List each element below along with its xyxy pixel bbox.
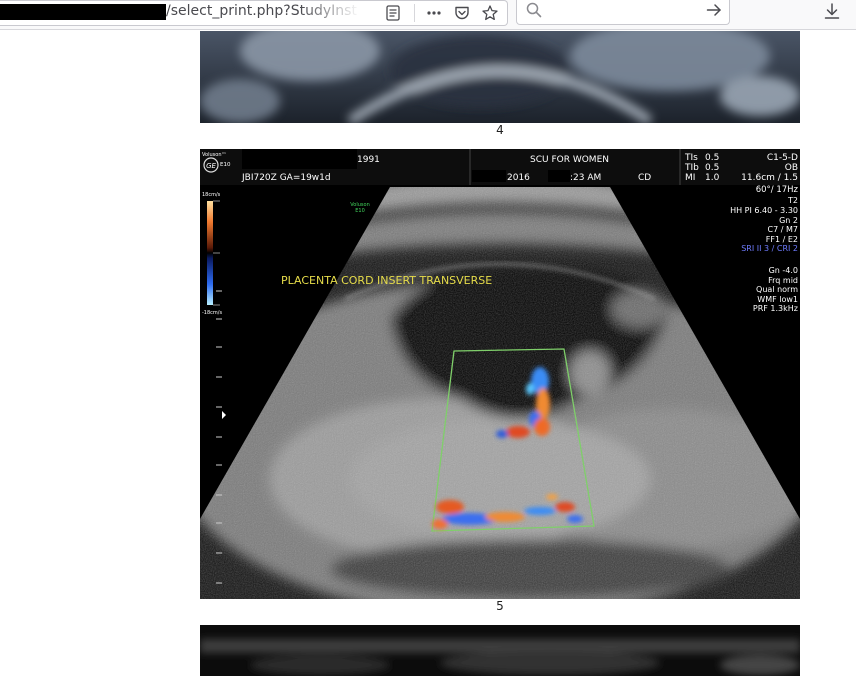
tib-value: 0.5: [705, 163, 719, 173]
page-actions-icon[interactable]: [425, 4, 443, 22]
image-4-caption: 4: [496, 123, 504, 137]
mi-value: 1.0: [705, 173, 720, 183]
url-bar[interactable]: /select_print.php?StudyInst: [0, 0, 508, 26]
ultrasound-image-4-graphic: [200, 31, 800, 123]
probe-label: C1-5-D: [767, 153, 798, 163]
reader-view-icon[interactable]: [384, 4, 402, 22]
exam-time: :23 AM: [570, 173, 601, 183]
time-redaction: [548, 170, 570, 182]
color-velocity-scale: [207, 201, 213, 305]
annotation-text: PLACENTA CORD INSERT TRANSVERSE: [281, 274, 492, 287]
depth-label: 11.6cm / 1.5: [741, 173, 798, 183]
date-redaction: [472, 170, 506, 182]
hh-pi-label: HH PI 6.40 - 3.30: [730, 206, 798, 215]
small-logo-line2: E10: [355, 208, 365, 214]
color-gain-label: Gn -4.0: [769, 266, 798, 275]
tis-label: TIs: [684, 153, 698, 163]
tis-value: 0.5: [705, 153, 719, 163]
tib-label: TIb: [684, 163, 699, 173]
prf-label: PRF 1.3kHz: [753, 304, 798, 313]
gain-label: Gn 2: [779, 216, 798, 225]
patient-id-ga: JBI720Z GA=19w1d: [241, 173, 331, 183]
bookmark-star-icon[interactable]: [481, 4, 499, 22]
scale-top-label: 18cm/s: [202, 192, 221, 198]
mi-label: MI: [685, 173, 695, 183]
svg-text:GE: GE: [206, 162, 216, 170]
operator-initials: CD: [638, 173, 651, 183]
brand-label: Voluson™: [202, 152, 226, 158]
url-divider: [414, 4, 415, 22]
sri-cri-label: SRI II 3 / CRI 2: [741, 244, 798, 253]
image-5-caption: 5: [496, 599, 504, 613]
c-m-label: C7 / M7: [768, 225, 798, 234]
ff-e-label: FF1 / E2: [766, 235, 798, 244]
preset-label: OB: [785, 163, 798, 173]
search-go-arrow-icon[interactable]: [705, 1, 723, 19]
frequency-label: Frq mid: [768, 276, 798, 285]
patient-name-redaction: [242, 149, 357, 169]
downloads-icon[interactable]: [823, 2, 841, 20]
pocket-icon[interactable]: [453, 4, 471, 22]
url-redaction: [0, 4, 166, 20]
search-bar[interactable]: [516, 0, 730, 25]
scale-bottom-label: -18cm/s: [202, 310, 222, 316]
facility-name: SCU FOR WOMEN: [530, 155, 609, 165]
search-icon: [526, 2, 542, 18]
angle-rate-label: 60°/ 17Hz: [756, 185, 799, 195]
ultrasound-image-5-graphic: GE Voluson™ E10 1991 JBI720Z GA=19w1d SC…: [200, 149, 800, 599]
model-label: E10: [220, 162, 231, 168]
ultrasound-image-6-graphic: [200, 625, 800, 676]
quality-label: Qual norm: [756, 285, 798, 294]
patient-birth-year: 1991: [357, 155, 380, 165]
ultrasound-image-4: [200, 31, 800, 123]
exam-date-year: 2016: [507, 173, 530, 183]
url-fade: [300, 1, 360, 25]
focus-marker-icon: [222, 411, 226, 419]
browser-toolbar: /select_print.php?StudyInst: [0, 0, 856, 30]
wmf-label: WMF low1: [757, 295, 798, 304]
t-setting-label: T2: [787, 196, 798, 205]
ultrasound-image-5: GE Voluson™ E10 1991 JBI720Z GA=19w1d SC…: [200, 149, 800, 599]
ultrasound-image-6: [200, 625, 800, 676]
